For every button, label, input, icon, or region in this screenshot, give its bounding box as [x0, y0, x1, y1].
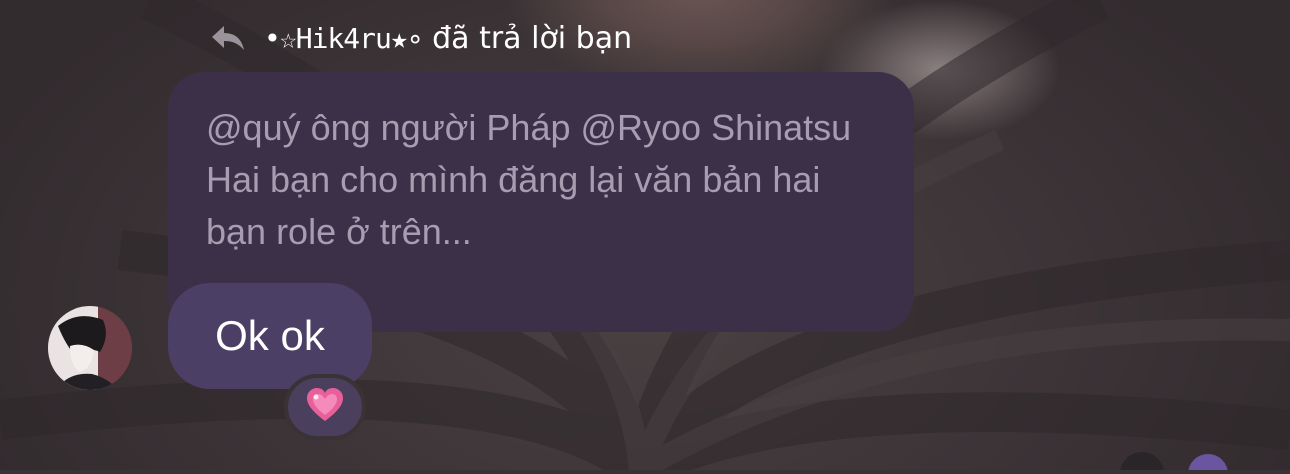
message-bubble[interactable]: Ok ok: [168, 283, 372, 389]
reply-action-text: đã trả lời bạn: [432, 20, 633, 56]
reply-sender-name[interactable]: •☆Hik4ru★∘: [264, 22, 424, 55]
read-receipt-avatars: [1110, 452, 1290, 474]
message-text: Ok ok: [215, 312, 325, 359]
reaction-badge[interactable]: [284, 374, 366, 440]
avatar[interactable]: [48, 306, 132, 390]
reply-arrow-icon: [210, 24, 246, 52]
pink-heart-icon: [305, 387, 345, 427]
quoted-message-text: @quý ông người Pháp @Ryoo Shinatsu Hai b…: [206, 107, 852, 252]
reply-header: •☆Hik4ru★∘ đã trả lời bạn: [210, 18, 632, 58]
